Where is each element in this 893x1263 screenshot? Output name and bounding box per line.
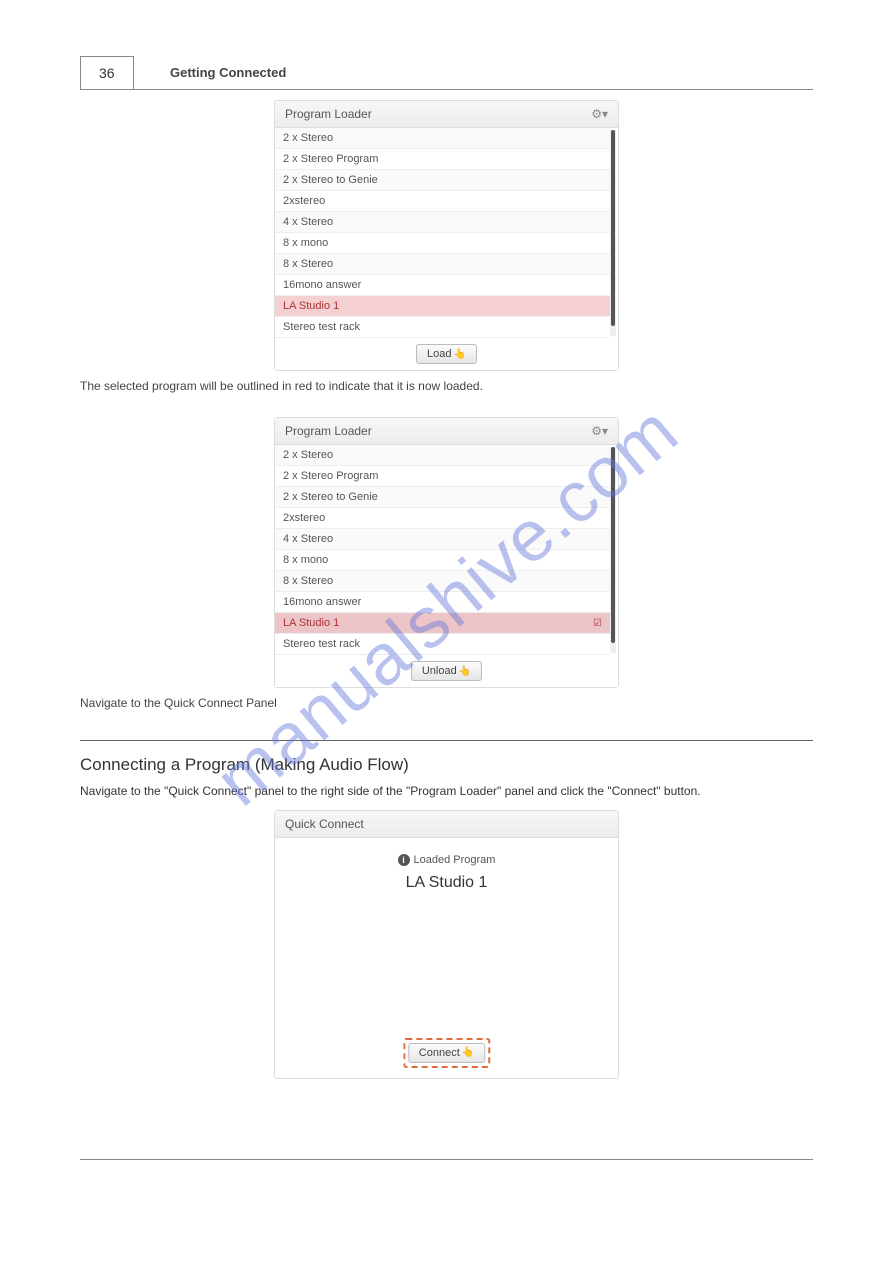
panel-title: Program Loader	[285, 424, 372, 438]
connect-highlight: Connect 👆	[403, 1038, 490, 1068]
button-label: Load	[427, 348, 451, 360]
load-button[interactable]: Load 👆	[416, 344, 477, 364]
list-item-loaded[interactable]: LA Studio 1 ☑	[275, 613, 610, 634]
list-item[interactable]: 2xstereo	[275, 508, 610, 529]
panel-header: Quick Connect	[275, 811, 618, 838]
panel-header: Program Loader ⚙▾	[275, 418, 618, 445]
list-item[interactable]: Stereo test rack	[275, 634, 610, 655]
check-icon: ☑	[593, 618, 602, 629]
info-icon: i	[398, 854, 410, 866]
quick-connect-panel: Quick Connect i Loaded Program LA Studio…	[274, 810, 619, 1079]
scrollbar[interactable]	[610, 447, 616, 653]
list-item[interactable]: 2 x Stereo Program	[275, 466, 610, 487]
loaded-program-label: i Loaded Program	[398, 854, 496, 866]
header-title: Getting Connected	[170, 65, 286, 80]
page-number: 36	[80, 56, 134, 90]
page-header: 36 Getting Connected	[80, 55, 813, 90]
gear-icon[interactable]: ⚙▾	[591, 107, 608, 121]
list-item[interactable]: 2xstereo	[275, 191, 610, 212]
list-item[interactable]: 4 x Stereo	[275, 529, 610, 550]
program-loader-panel-2: Program Loader ⚙▾ 2 x Stereo 2 x Stereo …	[274, 417, 619, 688]
quick-connect-body: i Loaded Program LA Studio 1 Connect 👆	[275, 838, 618, 1078]
panel-header: Program Loader ⚙▾	[275, 101, 618, 128]
caption-text: Navigate to the Quick Connect Panel	[80, 696, 813, 710]
list-item[interactable]: 2 x Stereo	[275, 445, 610, 466]
panel-title: Program Loader	[285, 107, 372, 121]
list-item[interactable]: 2 x Stereo	[275, 128, 610, 149]
list-item[interactable]: 8 x Stereo	[275, 571, 610, 592]
program-list: 2 x Stereo 2 x Stereo Program 2 x Stereo…	[275, 445, 610, 655]
section-heading: Connecting a Program (Making Audio Flow)	[80, 755, 813, 775]
panel-footer: Load 👆	[275, 338, 618, 370]
loaded-label-text: Loaded Program	[414, 854, 496, 866]
section-divider	[80, 740, 813, 741]
cursor-icon: 👆	[459, 666, 471, 677]
panel-title: Quick Connect	[285, 817, 364, 831]
item-label: LA Studio 1	[283, 617, 339, 629]
scroll-thumb[interactable]	[611, 447, 615, 643]
list-item[interactable]: 16mono answer	[275, 592, 610, 613]
list-item[interactable]: Stereo test rack	[275, 317, 610, 338]
body-text: Navigate to the "Quick Connect" panel to…	[80, 783, 813, 800]
button-label: Connect	[419, 1047, 460, 1059]
list-item[interactable]: 8 x mono	[275, 233, 610, 254]
program-loader-panel-1: Program Loader ⚙▾ 2 x Stereo 2 x Stereo …	[274, 100, 619, 371]
button-label: Unload	[422, 665, 457, 677]
scroll-thumb[interactable]	[611, 130, 615, 326]
connect-button[interactable]: Connect 👆	[408, 1043, 485, 1063]
cursor-icon: 👆	[454, 349, 466, 360]
scrollbar[interactable]	[610, 130, 616, 336]
cursor-icon: 👆	[462, 1047, 474, 1058]
list-item[interactable]: 8 x Stereo	[275, 254, 610, 275]
list-item[interactable]: 2 x Stereo to Genie	[275, 487, 610, 508]
panel-footer: Unload 👆	[275, 655, 618, 687]
list-item[interactable]: 16mono answer	[275, 275, 610, 296]
unload-button[interactable]: Unload 👆	[411, 661, 482, 681]
gear-icon[interactable]: ⚙▾	[591, 424, 608, 438]
list-item[interactable]: 2 x Stereo to Genie	[275, 170, 610, 191]
list-item[interactable]: 8 x mono	[275, 550, 610, 571]
program-list: 2 x Stereo 2 x Stereo Program 2 x Stereo…	[275, 128, 610, 338]
list-item[interactable]: 2 x Stereo Program	[275, 149, 610, 170]
list-item[interactable]: 4 x Stereo	[275, 212, 610, 233]
list-item-selected[interactable]: LA Studio 1	[275, 296, 610, 317]
loaded-program-name: LA Studio 1	[285, 874, 608, 892]
page-footer	[80, 1159, 813, 1166]
caption-text: The selected program will be outlined in…	[80, 379, 813, 393]
